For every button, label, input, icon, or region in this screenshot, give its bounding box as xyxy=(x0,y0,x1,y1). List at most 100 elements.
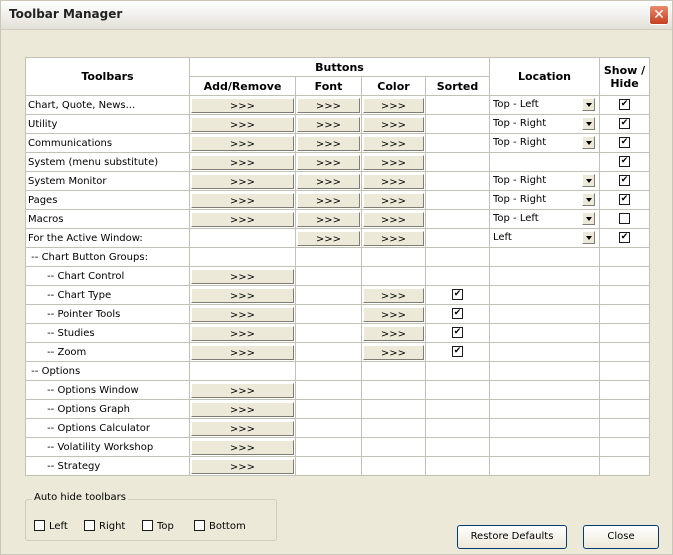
add-remove-button[interactable]: >>> xyxy=(191,116,294,132)
add-remove-button[interactable]: >>> xyxy=(191,211,294,227)
color-button[interactable]: >>> xyxy=(363,97,424,113)
show-hide-cell: ✔ xyxy=(599,114,650,134)
show-hide-checkbox[interactable]: ✔ xyxy=(619,156,630,168)
sorted-checkbox[interactable]: ✔ xyxy=(452,289,463,301)
add-remove-button[interactable]: >>> xyxy=(191,325,294,341)
location-select[interactable]: Top - Right xyxy=(491,192,599,209)
location-select[interactable]: Top - Left xyxy=(491,211,599,228)
add-remove-button[interactable]: >>> xyxy=(191,268,294,284)
dropdown-arrow-icon[interactable] xyxy=(582,116,595,130)
font-button[interactable]: >>> xyxy=(297,97,360,113)
color-cell xyxy=(361,361,426,381)
location-select[interactable]: Top - Right xyxy=(491,116,599,133)
font-button[interactable]: >>> xyxy=(297,173,360,189)
color-button[interactable]: >>> xyxy=(363,211,424,227)
auto-hide-group: Auto hide toolbars Left Right Top Bottom xyxy=(25,492,277,541)
show-hide-checkbox[interactable]: ✔ xyxy=(619,118,630,130)
font-button[interactable]: >>> xyxy=(297,211,360,227)
close-button[interactable]: Close xyxy=(583,525,659,549)
sorted-checkbox[interactable]: ✔ xyxy=(452,327,463,339)
sorted-checkbox[interactable]: ✔ xyxy=(452,346,463,358)
font-button[interactable]: >>> xyxy=(297,192,360,208)
toolbar-name: -- Chart Type xyxy=(25,285,190,305)
add-remove-button[interactable]: >>> xyxy=(191,344,294,360)
color-cell: >>> xyxy=(361,342,426,362)
add-remove-button[interactable]: >>> xyxy=(191,401,294,417)
location-cell xyxy=(489,152,600,172)
show-hide-checkbox[interactable]: ✔ xyxy=(619,194,630,206)
checkbox-icon[interactable] xyxy=(84,520,95,531)
location-select[interactable]: Top - Right xyxy=(491,135,599,152)
table-row: Chart, Quote, News... >>> >>> >>> Top - Left… xyxy=(25,95,650,115)
dropdown-arrow-icon[interactable] xyxy=(582,97,595,111)
font-cell: >>> xyxy=(295,190,362,210)
dropdown-arrow-icon[interactable] xyxy=(582,211,595,225)
font-button[interactable]: >>> xyxy=(297,116,360,132)
add-remove-button[interactable]: >>> xyxy=(191,458,294,474)
toolbar-name: -- Chart Control xyxy=(25,266,190,286)
color-button[interactable]: >>> xyxy=(363,306,424,322)
dropdown-arrow-icon[interactable] xyxy=(582,230,595,244)
show-hide-checkbox[interactable]: ✔ xyxy=(619,175,630,187)
auto-hide-bottom[interactable]: Bottom xyxy=(194,520,246,532)
sorted-checkbox[interactable]: ✔ xyxy=(452,308,463,320)
checkbox-icon[interactable] xyxy=(142,520,153,531)
show-hide-checkbox[interactable]: ✔ xyxy=(619,232,630,244)
show-hide-cell xyxy=(599,361,650,381)
color-cell: >>> xyxy=(361,133,426,153)
add-remove-button[interactable]: >>> xyxy=(191,420,294,436)
add-remove-button[interactable]: >>> xyxy=(191,439,294,455)
dropdown-arrow-icon[interactable] xyxy=(582,173,595,187)
add-remove-button[interactable]: >>> xyxy=(191,173,294,189)
table-row: For the Active Window: >>> >>> Left ✔ xyxy=(25,228,650,248)
font-button[interactable]: >>> xyxy=(297,135,360,151)
color-button[interactable]: >>> xyxy=(363,344,424,360)
table-row: -- Options xyxy=(25,361,650,381)
add-remove-button[interactable]: >>> xyxy=(191,287,294,303)
table-row: Utility >>> >>> >>> Top - Right ✔ xyxy=(25,114,650,134)
toolbar-name: -- Options xyxy=(25,361,190,381)
show-hide-checkbox[interactable]: ✔ xyxy=(619,137,630,149)
color-button[interactable]: >>> xyxy=(363,116,424,132)
color-button[interactable]: >>> xyxy=(363,135,424,151)
color-cell: >>> xyxy=(361,228,426,248)
auto-hide-left[interactable]: Left xyxy=(34,520,68,532)
font-button[interactable]: >>> xyxy=(297,154,360,170)
color-button[interactable]: >>> xyxy=(363,287,424,303)
checkbox-icon[interactable] xyxy=(34,520,45,531)
add-remove-cell: >>> xyxy=(189,152,296,172)
font-cell xyxy=(295,418,362,438)
sorted-cell xyxy=(425,228,490,248)
add-remove-button[interactable]: >>> xyxy=(191,154,294,170)
location-select[interactable]: Top - Right xyxy=(491,173,599,190)
auto-hide-right[interactable]: Right xyxy=(84,520,125,532)
color-button[interactable]: >>> xyxy=(363,173,424,189)
dropdown-arrow-icon[interactable] xyxy=(582,135,595,149)
dropdown-arrow-icon[interactable] xyxy=(582,192,595,206)
color-button[interactable]: >>> xyxy=(363,325,424,341)
add-remove-button[interactable]: >>> xyxy=(191,382,294,398)
location-cell: Top - Right xyxy=(489,114,600,134)
location-cell: Top - Left xyxy=(489,95,600,115)
close-icon[interactable]: ✕ xyxy=(649,5,669,25)
font-button[interactable]: >>> xyxy=(297,230,360,246)
show-hide-checkbox[interactable] xyxy=(619,213,630,225)
add-remove-button[interactable]: >>> xyxy=(191,97,294,113)
add-remove-button[interactable]: >>> xyxy=(191,306,294,322)
restore-defaults-button[interactable]: Restore Defaults xyxy=(457,525,567,549)
color-button[interactable]: >>> xyxy=(363,230,424,246)
color-button[interactable]: >>> xyxy=(363,192,424,208)
show-hide-cell: ✔ xyxy=(599,171,650,191)
location-select[interactable]: Left xyxy=(491,230,599,247)
toolbar-name: -- Studies xyxy=(25,323,190,343)
show-hide-checkbox[interactable]: ✔ xyxy=(619,99,630,111)
color-button[interactable]: >>> xyxy=(363,154,424,170)
add-remove-cell: >>> xyxy=(189,437,296,457)
add-remove-button[interactable]: >>> xyxy=(191,192,294,208)
location-cell xyxy=(489,342,600,362)
location-select[interactable]: Top - Left xyxy=(491,97,599,114)
sorted-cell xyxy=(425,152,490,172)
checkbox-icon[interactable] xyxy=(194,520,205,531)
add-remove-button[interactable]: >>> xyxy=(191,135,294,151)
auto-hide-top[interactable]: Top xyxy=(142,520,174,532)
